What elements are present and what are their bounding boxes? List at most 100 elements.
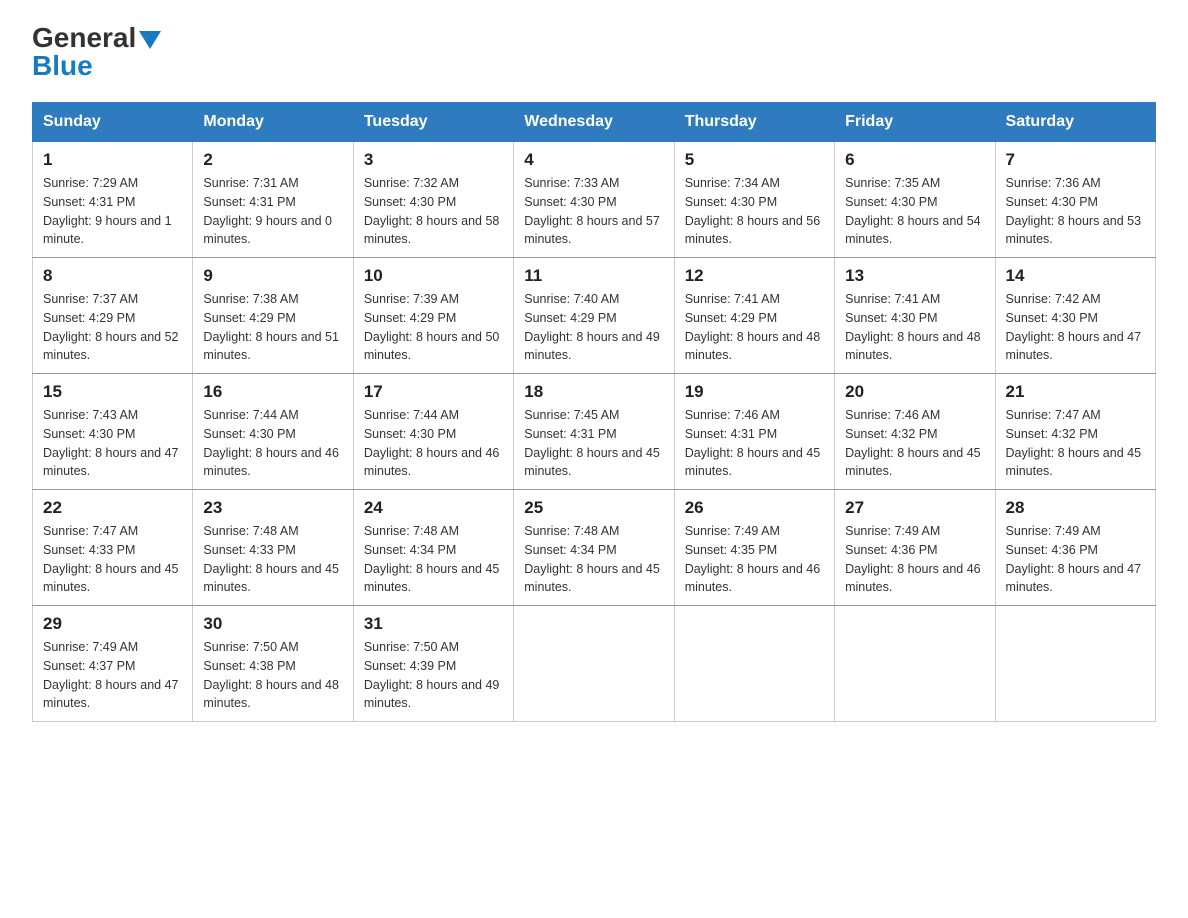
calendar-cell: 14Sunrise: 7:42 AMSunset: 4:30 PMDayligh… xyxy=(995,258,1155,374)
day-number: 25 xyxy=(524,498,663,518)
logo: General Blue xyxy=(32,24,161,82)
column-header-wednesday: Wednesday xyxy=(514,103,674,142)
calendar-cell xyxy=(835,606,995,722)
calendar-cell: 24Sunrise: 7:48 AMSunset: 4:34 PMDayligh… xyxy=(353,490,513,606)
page-header: General Blue xyxy=(32,24,1156,82)
calendar-cell: 17 Sunrise: 7:44 AMSunset: 4:30 PMDayligh… xyxy=(353,374,513,490)
day-info: Sunrise: 7:50 AMSunset: 4:39 PMDaylight:… xyxy=(364,638,503,713)
day-number: 10 xyxy=(364,266,503,286)
day-number: 31 xyxy=(364,614,503,634)
day-info: Sunrise: 7:41 AMSunset: 4:30 PMDaylight:… xyxy=(845,290,984,365)
day-number: 12 xyxy=(685,266,824,286)
calendar-cell: 18 Sunrise: 7:45 AMSunset: 4:31 PMDayligh… xyxy=(514,374,674,490)
calendar-cell: 21Sunrise: 7:47 AMSunset: 4:32 PMDayligh… xyxy=(995,374,1155,490)
day-number: 27 xyxy=(845,498,984,518)
day-info: Sunrise: 7:35 AMSunset: 4:30 PMDaylight:… xyxy=(845,174,984,249)
day-info: Sunrise: 7:46 AMSunset: 4:32 PMDaylight:… xyxy=(845,406,984,481)
calendar-cell: 7Sunrise: 7:36 AMSunset: 4:30 PMDaylight… xyxy=(995,142,1155,258)
calendar-cell: 27Sunrise: 7:49 AMSunset: 4:36 PMDayligh… xyxy=(835,490,995,606)
calendar-cell: 10 Sunrise: 7:39 AMSunset: 4:29 PMDayligh… xyxy=(353,258,513,374)
calendar-cell: 6 Sunrise: 7:35 AMSunset: 4:30 PMDaylight… xyxy=(835,142,995,258)
calendar-cell: 8 Sunrise: 7:37 AMSunset: 4:29 PMDaylight… xyxy=(33,258,193,374)
column-header-monday: Monday xyxy=(193,103,353,142)
logo-blue: Blue xyxy=(32,50,93,82)
calendar-cell: 23 Sunrise: 7:48 AMSunset: 4:33 PMDayligh… xyxy=(193,490,353,606)
day-info: Sunrise: 7:48 AMSunset: 4:33 PMDaylight:… xyxy=(203,522,342,597)
day-info: Sunrise: 7:48 AMSunset: 4:34 PMDaylight:… xyxy=(364,522,503,597)
day-info: Sunrise: 7:49 AMSunset: 4:36 PMDaylight:… xyxy=(1006,522,1145,597)
calendar-cell: 13 Sunrise: 7:41 AMSunset: 4:30 PMDayligh… xyxy=(835,258,995,374)
calendar-cell: 22Sunrise: 7:47 AMSunset: 4:33 PMDayligh… xyxy=(33,490,193,606)
calendar-week-row: 29Sunrise: 7:49 AMSunset: 4:37 PMDayligh… xyxy=(33,606,1156,722)
calendar-cell: 1 Sunrise: 7:29 AMSunset: 4:31 PMDaylight… xyxy=(33,142,193,258)
day-number: 20 xyxy=(845,382,984,402)
day-number: 17 xyxy=(364,382,503,402)
calendar-week-row: 15 Sunrise: 7:43 AMSunset: 4:30 PMDayligh… xyxy=(33,374,1156,490)
day-info: Sunrise: 7:44 AMSunset: 4:30 PMDaylight:… xyxy=(364,406,503,481)
day-info: Sunrise: 7:40 AMSunset: 4:29 PMDaylight:… xyxy=(524,290,663,365)
calendar-cell xyxy=(674,606,834,722)
day-info: Sunrise: 7:31 AMSunset: 4:31 PMDaylight:… xyxy=(203,174,342,249)
calendar-cell: 31 Sunrise: 7:50 AMSunset: 4:39 PMDayligh… xyxy=(353,606,513,722)
day-number: 4 xyxy=(524,150,663,170)
calendar-cell: 9 Sunrise: 7:38 AMSunset: 4:29 PMDaylight… xyxy=(193,258,353,374)
day-info: Sunrise: 7:41 AMSunset: 4:29 PMDaylight:… xyxy=(685,290,824,365)
day-number: 28 xyxy=(1006,498,1145,518)
day-info: Sunrise: 7:48 AMSunset: 4:34 PMDaylight:… xyxy=(524,522,663,597)
calendar-cell xyxy=(514,606,674,722)
day-info: Sunrise: 7:43 AMSunset: 4:30 PMDaylight:… xyxy=(43,406,182,481)
day-number: 13 xyxy=(845,266,984,286)
calendar-week-row: 22Sunrise: 7:47 AMSunset: 4:33 PMDayligh… xyxy=(33,490,1156,606)
logo-general: General xyxy=(32,22,136,53)
calendar-cell: 16 Sunrise: 7:44 AMSunset: 4:30 PMDayligh… xyxy=(193,374,353,490)
calendar-cell xyxy=(995,606,1155,722)
day-info: Sunrise: 7:49 AMSunset: 4:35 PMDaylight:… xyxy=(685,522,824,597)
column-header-sunday: Sunday xyxy=(33,103,193,142)
day-number: 23 xyxy=(203,498,342,518)
day-info: Sunrise: 7:36 AMSunset: 4:30 PMDaylight:… xyxy=(1006,174,1145,249)
calendar-cell: 28 Sunrise: 7:49 AMSunset: 4:36 PMDayligh… xyxy=(995,490,1155,606)
calendar-cell: 11 Sunrise: 7:40 AMSunset: 4:29 PMDayligh… xyxy=(514,258,674,374)
day-info: Sunrise: 7:45 AMSunset: 4:31 PMDaylight:… xyxy=(524,406,663,481)
day-info: Sunrise: 7:38 AMSunset: 4:29 PMDaylight:… xyxy=(203,290,342,365)
day-info: Sunrise: 7:42 AMSunset: 4:30 PMDaylight:… xyxy=(1006,290,1145,365)
day-number: 16 xyxy=(203,382,342,402)
day-info: Sunrise: 7:44 AMSunset: 4:30 PMDaylight:… xyxy=(203,406,342,481)
calendar-cell: 29Sunrise: 7:49 AMSunset: 4:37 PMDayligh… xyxy=(33,606,193,722)
day-info: Sunrise: 7:49 AMSunset: 4:37 PMDaylight:… xyxy=(43,638,182,713)
day-number: 18 xyxy=(524,382,663,402)
day-info: Sunrise: 7:29 AMSunset: 4:31 PMDaylight:… xyxy=(43,174,182,249)
day-info: Sunrise: 7:33 AMSunset: 4:30 PMDaylight:… xyxy=(524,174,663,249)
day-number: 2 xyxy=(203,150,342,170)
day-info: Sunrise: 7:50 AMSunset: 4:38 PMDaylight:… xyxy=(203,638,342,713)
calendar-week-row: 8 Sunrise: 7:37 AMSunset: 4:29 PMDaylight… xyxy=(33,258,1156,374)
calendar-cell: 25 Sunrise: 7:48 AMSunset: 4:34 PMDayligh… xyxy=(514,490,674,606)
day-number: 1 xyxy=(43,150,182,170)
day-number: 3 xyxy=(364,150,503,170)
calendar-cell: 4 Sunrise: 7:33 AMSunset: 4:30 PMDaylight… xyxy=(514,142,674,258)
day-info: Sunrise: 7:37 AMSunset: 4:29 PMDaylight:… xyxy=(43,290,182,365)
day-info: Sunrise: 7:32 AMSunset: 4:30 PMDaylight:… xyxy=(364,174,503,249)
day-number: 6 xyxy=(845,150,984,170)
calendar-cell: 30Sunrise: 7:50 AMSunset: 4:38 PMDayligh… xyxy=(193,606,353,722)
day-number: 8 xyxy=(43,266,182,286)
calendar-cell: 12 Sunrise: 7:41 AMSunset: 4:29 PMDayligh… xyxy=(674,258,834,374)
day-number: 21 xyxy=(1006,382,1145,402)
day-number: 11 xyxy=(524,266,663,286)
day-number: 19 xyxy=(685,382,824,402)
column-header-saturday: Saturday xyxy=(995,103,1155,142)
day-info: Sunrise: 7:46 AMSunset: 4:31 PMDaylight:… xyxy=(685,406,824,481)
day-number: 5 xyxy=(685,150,824,170)
day-number: 9 xyxy=(203,266,342,286)
calendar-header-row: SundayMondayTuesdayWednesdayThursdayFrid… xyxy=(33,103,1156,142)
calendar-cell: 20 Sunrise: 7:46 AMSunset: 4:32 PMDayligh… xyxy=(835,374,995,490)
calendar-week-row: 1 Sunrise: 7:29 AMSunset: 4:31 PMDaylight… xyxy=(33,142,1156,258)
calendar-cell: 3 Sunrise: 7:32 AMSunset: 4:30 PMDaylight… xyxy=(353,142,513,258)
day-number: 15 xyxy=(43,382,182,402)
calendar-cell: 5Sunrise: 7:34 AMSunset: 4:30 PMDaylight… xyxy=(674,142,834,258)
day-number: 26 xyxy=(685,498,824,518)
calendar-cell: 26 Sunrise: 7:49 AMSunset: 4:35 PMDayligh… xyxy=(674,490,834,606)
day-info: Sunrise: 7:39 AMSunset: 4:29 PMDaylight:… xyxy=(364,290,503,365)
column-header-friday: Friday xyxy=(835,103,995,142)
day-info: Sunrise: 7:47 AMSunset: 4:33 PMDaylight:… xyxy=(43,522,182,597)
